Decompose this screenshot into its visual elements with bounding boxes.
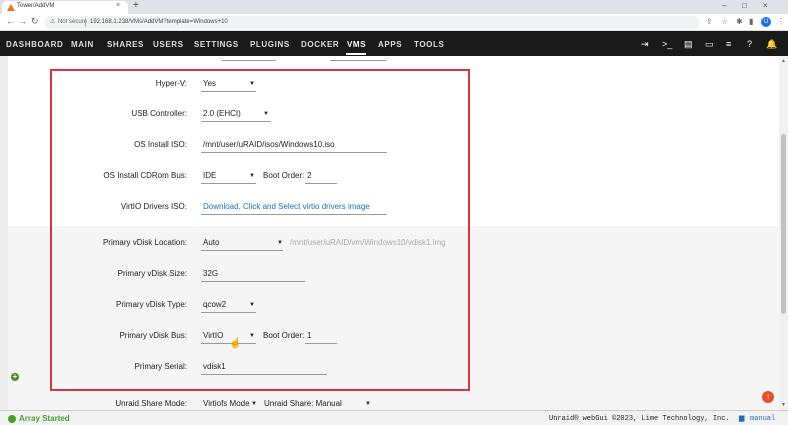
back-to-top-icon[interactable]: ↑ bbox=[762, 391, 774, 403]
tab-title: Tower/AddVM bbox=[17, 3, 55, 9]
back-arrow-icon[interactable]: ← bbox=[6, 16, 15, 26]
chevron-down-icon[interactable]: ▼ bbox=[251, 401, 257, 407]
field-underline bbox=[222, 60, 276, 61]
scroll-down-arrow-icon[interactable]: ▼ bbox=[781, 402, 786, 408]
window-maximize-button[interactable]: □ bbox=[742, 1, 747, 10]
status-footer: Array Started Unraid® webGui ©2023, Lime… bbox=[0, 410, 788, 425]
new-tab-button[interactable]: + bbox=[133, 0, 139, 11]
nav-plugins[interactable]: PLUGINS bbox=[250, 40, 290, 49]
nav-docker[interactable]: DOCKER bbox=[301, 40, 339, 49]
array-status-text: Array Started bbox=[19, 414, 70, 423]
logout-icon[interactable]: ⇥ bbox=[641, 39, 649, 50]
nav-main[interactable]: MAIN bbox=[71, 40, 94, 49]
manual-link[interactable]: manual bbox=[750, 415, 775, 423]
nav-shares[interactable]: SHARES bbox=[107, 40, 144, 49]
notification-bell-icon[interactable]: 🔔 bbox=[766, 39, 777, 50]
tab-close-icon[interactable]: × bbox=[116, 2, 120, 9]
browser-tab[interactable]: Tower/AddVM × bbox=[2, 1, 128, 14]
page-scrollbar-thumb[interactable] bbox=[781, 134, 786, 314]
bookmark-star-icon[interactable]: ☆ bbox=[721, 17, 728, 26]
book-icon[interactable]: ▆ bbox=[739, 414, 744, 422]
share-icon[interactable]: ⇪ bbox=[706, 17, 713, 26]
share-mode-select[interactable]: Virtiofs Mode bbox=[203, 399, 250, 408]
log-icon[interactable]: ≡ bbox=[726, 39, 731, 49]
help-icon[interactable]: ? bbox=[747, 39, 752, 49]
highlight-box bbox=[50, 69, 470, 391]
nav-apps[interactable]: APPS bbox=[378, 40, 402, 49]
info-monitor-icon[interactable]: ▭ bbox=[705, 39, 714, 50]
profile-avatar[interactable]: U bbox=[761, 17, 771, 27]
not-secure-label: Not secure bbox=[58, 19, 88, 25]
nav-active-indicator bbox=[346, 53, 366, 55]
nav-tools[interactable]: TOOLS bbox=[414, 40, 444, 49]
nav-dashboard[interactable]: DASHBOARD bbox=[6, 40, 63, 49]
field-underline bbox=[330, 60, 386, 61]
side-panel-icon[interactable]: ▮ bbox=[749, 17, 753, 26]
add-plus-icon[interactable]: + bbox=[11, 373, 19, 381]
nav-vms[interactable]: VMS bbox=[347, 40, 366, 49]
unraid-top-nav: DASHBOARD MAIN SHARES USERS SETTINGS PLU… bbox=[0, 31, 788, 56]
unraid-share-select[interactable]: Unraid Share: Manual bbox=[264, 399, 342, 408]
url-omnibox[interactable]: ⚠ Not secure 192.168.1.238/VMs/AddVM?tem… bbox=[44, 16, 700, 29]
chevron-down-icon[interactable]: ▼ bbox=[365, 401, 371, 407]
scroll-up-arrow-icon[interactable]: ▲ bbox=[781, 58, 786, 64]
omnibox-divider bbox=[85, 18, 86, 27]
extensions-icon[interactable]: ✱ bbox=[736, 17, 743, 26]
url-text[interactable]: 192.168.1.238/VMs/AddVM?template=Windows… bbox=[90, 19, 228, 25]
terminal-icon[interactable]: >_ bbox=[662, 39, 672, 49]
browser-tab-bar: Tower/AddVM × + – □ × bbox=[0, 0, 788, 14]
nav-settings[interactable]: SETTINGS bbox=[194, 40, 239, 49]
reload-icon[interactable]: ↻ bbox=[31, 16, 39, 27]
array-status-icon bbox=[8, 415, 16, 423]
share-mode-label: Unraid Share Mode: bbox=[115, 399, 187, 408]
window-close-button[interactable]: × bbox=[763, 1, 768, 10]
window-minimize-button[interactable]: – bbox=[722, 1, 726, 10]
warning-icon: ⚠ bbox=[50, 19, 56, 25]
browser-menu-icon[interactable]: ⋮ bbox=[777, 17, 785, 26]
feedback-icon[interactable]: ▤ bbox=[684, 39, 693, 50]
forward-arrow-icon[interactable]: → bbox=[18, 16, 27, 26]
copyright-text: Unraid® webGui ©2023, Lime Technology, I… bbox=[549, 415, 730, 423]
nav-users[interactable]: USERS bbox=[153, 40, 184, 49]
unraid-favicon-icon bbox=[7, 4, 15, 11]
browser-address-bar: ← → ↻ ⚠ Not secure 192.168.1.238/VMs/Add… bbox=[0, 14, 788, 31]
mouse-cursor-icon: ☝ bbox=[229, 338, 242, 349]
